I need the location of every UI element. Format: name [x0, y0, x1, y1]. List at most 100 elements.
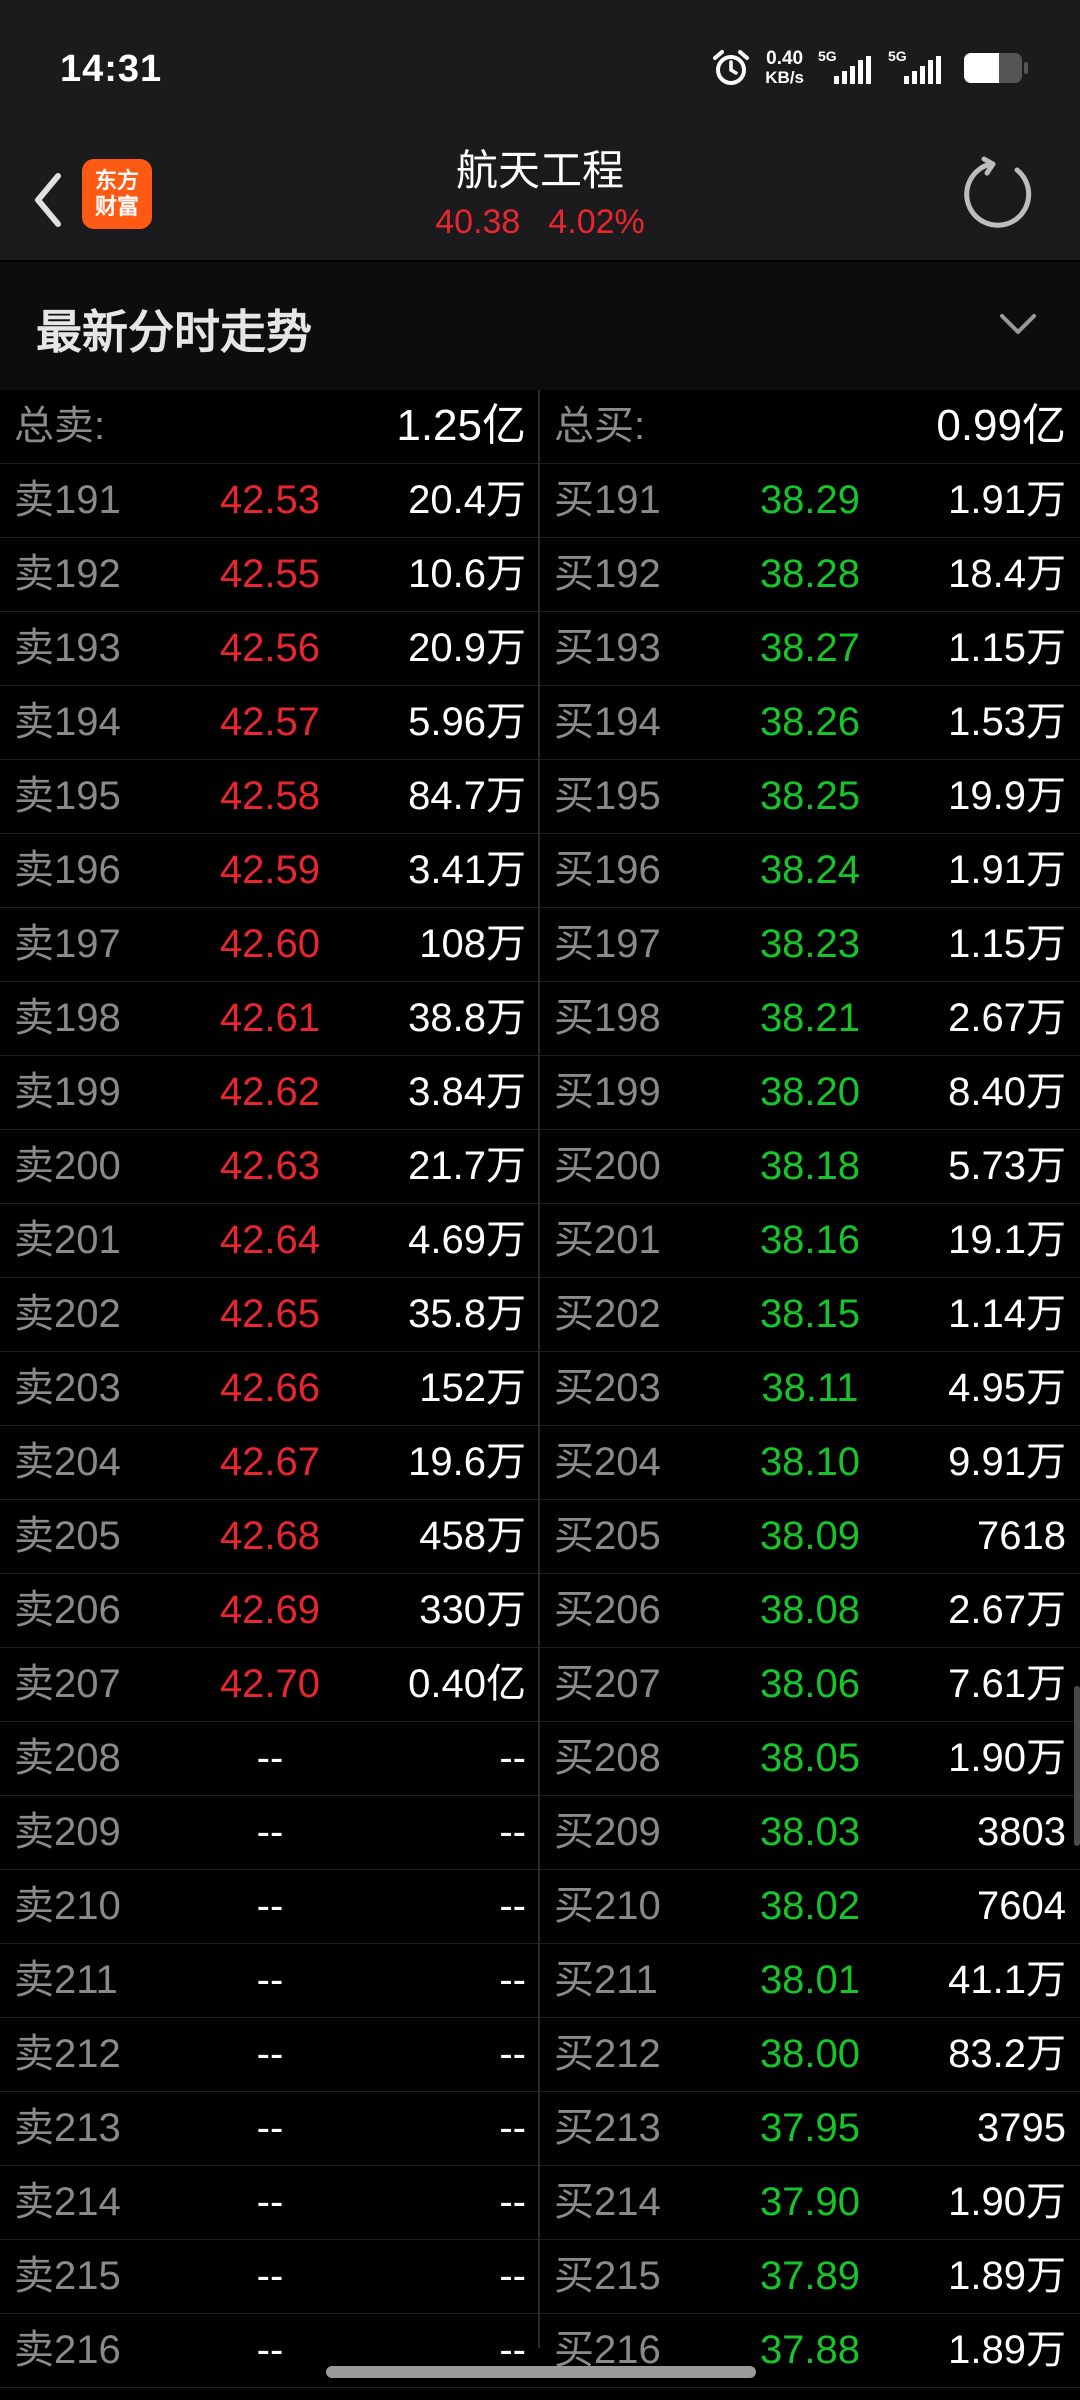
- buy-price: 38.23: [759, 922, 861, 966]
- sell-level-label: 卖202: [14, 1292, 121, 1336]
- order-row[interactable]: 卖207 42.70 0.40亿 买207 38.06 7.61万: [0, 1648, 1080, 1722]
- order-row[interactable]: 卖191 42.53 20.4万 买191 38.29 1.91万: [0, 464, 1080, 538]
- sell-volume: 35.8万: [408, 1292, 526, 1336]
- chevron-down-icon[interactable]: [994, 304, 1042, 344]
- sell-price: --: [256, 2254, 284, 2298]
- buy-volume: 3795: [977, 2106, 1066, 2150]
- buy-level-label: 买214: [554, 2180, 661, 2224]
- buy-volume: 83.2万: [948, 2032, 1066, 2076]
- buy-price: 38.24: [759, 848, 861, 892]
- sell-price: 42.58: [219, 774, 321, 818]
- buy-level-label: 买208: [554, 1736, 661, 1780]
- order-row[interactable]: 卖204 42.67 19.6万 买204 38.10 9.91万: [0, 1426, 1080, 1500]
- status-bar: 14:31 0.40 KB/s 5G 5G: [0, 0, 1080, 140]
- order-row[interactable]: 卖199 42.62 3.84万 买199 38.20 8.40万: [0, 1056, 1080, 1130]
- total-sell-label: 总卖:: [14, 404, 106, 448]
- sell-price: 42.67: [219, 1440, 321, 1484]
- signal-2: 5G: [888, 48, 944, 88]
- order-row[interactable]: 卖208 -- -- 买208 38.05 1.90万: [0, 1722, 1080, 1796]
- scrollbar-thumb[interactable]: [1074, 1686, 1080, 1846]
- buy-level-label: 买192: [554, 552, 661, 596]
- sell-volume: 20.9万: [408, 626, 526, 670]
- sell-volume: --: [499, 1736, 526, 1780]
- back-arrow-icon[interactable]: [20, 162, 76, 238]
- order-row[interactable]: 卖209 -- -- 买209 38.03 3803: [0, 1796, 1080, 1870]
- order-row[interactable]: 卖193 42.56 20.9万 买193 38.27 1.15万: [0, 612, 1080, 686]
- order-row[interactable]: 卖212 -- -- 买212 38.00 83.2万: [0, 2018, 1080, 2092]
- sell-price: 42.69: [219, 1588, 321, 1632]
- order-row[interactable]: 卖202 42.65 35.8万 买202 38.15 1.14万: [0, 1278, 1080, 1352]
- order-row[interactable]: 卖203 42.66 152万 买203 38.11 4.95万: [0, 1352, 1080, 1426]
- home-indicator[interactable]: [326, 2366, 756, 2378]
- order-row[interactable]: 卖198 42.61 38.8万 买198 38.21 2.67万: [0, 982, 1080, 1056]
- order-row[interactable]: 卖201 42.64 4.69万 买201 38.16 19.1万: [0, 1204, 1080, 1278]
- order-row[interactable]: 卖195 42.58 84.7万 买195 38.25 19.9万: [0, 760, 1080, 834]
- order-row[interactable]: 卖192 42.55 10.6万 买192 38.28 18.4万: [0, 538, 1080, 612]
- buy-price: 38.06: [759, 1662, 861, 1706]
- sell-volume: 458万: [419, 1514, 526, 1558]
- buy-level-label: 买194: [554, 700, 661, 744]
- refresh-icon[interactable]: [960, 155, 1038, 233]
- sell-price: --: [256, 2032, 284, 2076]
- sell-volume: 3.41万: [408, 848, 526, 892]
- network-speed: 0.40 KB/s: [765, 49, 804, 87]
- sell-price: 42.70: [219, 1662, 321, 1706]
- buy-price: 38.01: [759, 1958, 861, 2002]
- sell-price: --: [256, 1958, 284, 2002]
- sell-level-label: 卖195: [14, 774, 121, 818]
- sell-price: 42.63: [219, 1144, 321, 1188]
- sell-level-label: 卖212: [14, 2032, 121, 2076]
- total-buy-label: 总买:: [554, 404, 646, 448]
- order-row[interactable]: 卖213 -- -- 买213 37.95 3795: [0, 2092, 1080, 2166]
- order-row[interactable]: 卖196 42.59 3.41万 买196 38.24 1.91万: [0, 834, 1080, 908]
- buy-level-label: 买204: [554, 1440, 661, 1484]
- order-row[interactable]: 卖197 42.60 108万 买197 38.23 1.15万: [0, 908, 1080, 982]
- battery-icon: [964, 53, 1028, 83]
- sell-level-label: 卖208: [14, 1736, 121, 1780]
- intraday-trend-section[interactable]: 最新分时走势: [0, 262, 1080, 390]
- sell-price: --: [256, 1884, 284, 1928]
- buy-volume: 7604: [977, 1884, 1066, 1928]
- total-sell-value: 1.25亿: [396, 401, 526, 450]
- buy-price: 38.21: [759, 996, 861, 1040]
- sell-level-label: 卖196: [14, 848, 121, 892]
- buy-volume: 1.90万: [948, 1736, 1066, 1780]
- app-logo-line-1: 东方: [94, 168, 139, 193]
- sell-volume: --: [499, 2180, 526, 2224]
- order-row[interactable]: 卖194 42.57 5.96万 买194 38.26 1.53万: [0, 686, 1080, 760]
- buy-volume: 19.1万: [948, 1218, 1066, 1262]
- order-row[interactable]: 卖215 -- -- 买215 37.89 1.89万: [0, 2240, 1080, 2314]
- battery-nub: [1024, 62, 1028, 74]
- buy-level-label: 买197: [554, 922, 661, 966]
- buy-price: 38.11: [761, 1366, 859, 1410]
- buy-level-label: 买206: [554, 1588, 661, 1632]
- buy-price: 38.09: [759, 1514, 861, 1558]
- order-row[interactable]: 卖200 42.63 21.7万 买200 38.18 5.73万: [0, 1130, 1080, 1204]
- sell-level-label: 卖207: [14, 1662, 121, 1706]
- status-icons: 0.40 KB/s 5G 5G: [711, 46, 1028, 90]
- buy-level-label: 买200: [554, 1144, 661, 1188]
- order-row[interactable]: 卖214 -- -- 买214 37.90 1.90万: [0, 2166, 1080, 2240]
- buy-volume: 5.73万: [948, 1144, 1066, 1188]
- sell-level-label: 卖199: [14, 1070, 121, 1114]
- total-buy-value: 0.99亿: [936, 401, 1066, 450]
- sell-price: 42.64: [219, 1218, 321, 1262]
- buy-price: 38.25: [759, 774, 861, 818]
- section-title: 最新分时走势: [36, 306, 312, 358]
- order-row[interactable]: 卖210 -- -- 买210 38.02 7604: [0, 1870, 1080, 1944]
- sell-level-label: 卖193: [14, 626, 121, 670]
- sell-price: 42.57: [219, 700, 321, 744]
- sell-level-label: 卖197: [14, 922, 121, 966]
- stock-price: 40.38: [435, 203, 521, 241]
- order-row[interactable]: 卖206 42.69 330万 买206 38.08 2.67万: [0, 1574, 1080, 1648]
- buy-volume: 1.89万: [948, 2328, 1066, 2372]
- signal-bars-icon: [834, 56, 871, 84]
- buy-volume: 1.53万: [948, 700, 1066, 744]
- buy-level-label: 买199: [554, 1070, 661, 1114]
- app-logo[interactable]: 东方 财富: [82, 159, 152, 229]
- order-row[interactable]: 卖205 42.68 458万 买205 38.09 7618: [0, 1500, 1080, 1574]
- order-row[interactable]: 卖211 -- -- 买211 38.01 41.1万: [0, 1944, 1080, 2018]
- sell-price: 42.61: [219, 996, 321, 1040]
- sell-level-label: 卖198: [14, 996, 121, 1040]
- buy-volume: 2.67万: [948, 1588, 1066, 1632]
